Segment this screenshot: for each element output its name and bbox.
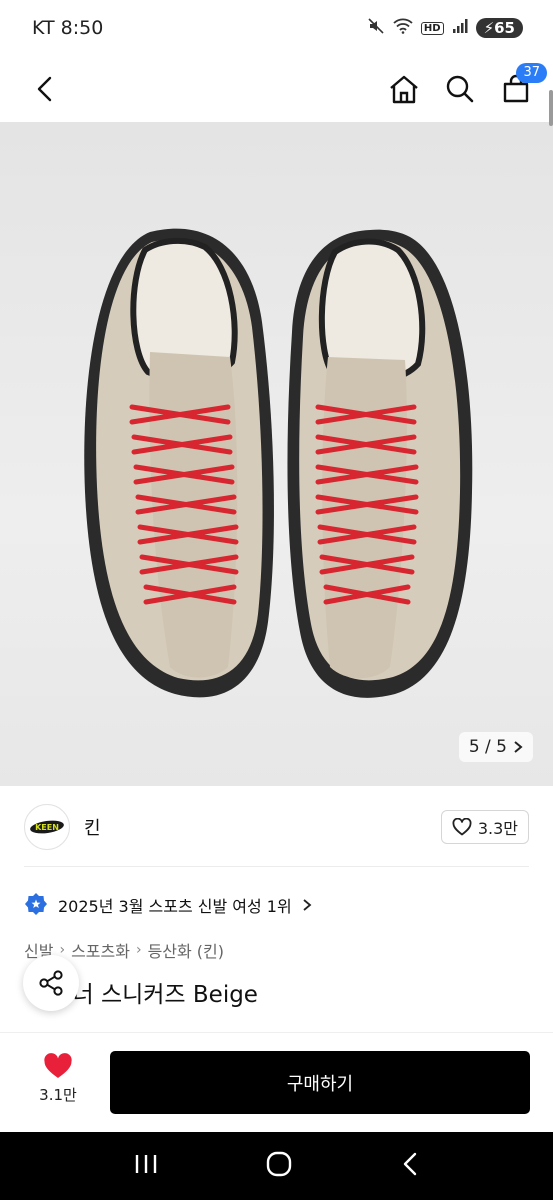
status-bar: KT 8:50 HD ⚡65 <box>0 0 553 56</box>
cart-button[interactable]: 37 <box>499 63 547 106</box>
home-button[interactable] <box>387 72 421 106</box>
image-counter[interactable]: 5 / 5 <box>458 732 533 762</box>
share-button[interactable] <box>23 955 79 1011</box>
home-system-button[interactable] <box>265 1150 293 1182</box>
back-arrow-icon <box>403 1152 417 1176</box>
brand-info[interactable]: KEEN 킨 <box>24 804 101 850</box>
status-icons: HD ⚡65 <box>367 17 523 39</box>
recent-apps-icon <box>135 1155 157 1173</box>
chevron-right-icon <box>514 741 523 753</box>
heart-filled-icon <box>44 1053 72 1078</box>
divider <box>24 866 529 867</box>
system-navigation-bar <box>0 1132 553 1200</box>
breadcrumb-item[interactable]: 등산화 (킨) <box>148 938 224 962</box>
brand-logo[interactable]: KEEN <box>24 804 70 850</box>
battery-icon: ⚡65 <box>475 18 523 38</box>
svg-text:KEEN: KEEN <box>35 823 59 832</box>
wifi-icon <box>393 18 413 38</box>
heart-outline-icon <box>452 818 472 836</box>
home-circle-icon <box>267 1151 292 1177</box>
brand-row: KEEN 킨 3.3만 <box>0 800 553 854</box>
home-icon <box>390 75 418 104</box>
recent-apps-button[interactable] <box>133 1152 159 1180</box>
product-photo-shoes <box>84 228 473 698</box>
ranking-link[interactable]: 2025년 3월 스포츠 신발 여성 1위 <box>24 890 312 920</box>
share-icon <box>39 970 63 996</box>
carrier-time: KT 8:50 <box>32 17 104 39</box>
image-counter-text: 5 / 5 <box>468 737 507 757</box>
battery-level: 65 <box>494 19 515 37</box>
search-button[interactable] <box>443 72 477 106</box>
breadcrumb-item[interactable]: 스포츠화 <box>71 938 130 962</box>
page-scrollbar[interactable] <box>549 90 553 126</box>
hd-icon: HD <box>420 21 444 35</box>
search-icon <box>446 75 474 103</box>
cart-count-badge: 37 <box>516 63 547 83</box>
medal-icon <box>25 893 47 915</box>
buy-button[interactable]: 구매하기 <box>110 1051 530 1114</box>
top-nav: 37 <box>0 56 553 122</box>
bottom-purchase-bar: 3.1만 구매하기 <box>0 1032 553 1132</box>
chevron-right-icon <box>303 899 312 911</box>
breadcrumb-separator-icon: › <box>135 942 142 958</box>
left-shoe <box>84 228 274 698</box>
ranking-text: 2025년 3월 스포츠 신발 여성 1위 <box>58 897 292 916</box>
chevron-left-icon <box>37 76 52 102</box>
wishlist-count: 3.1만 <box>39 1086 77 1104</box>
right-shoe <box>287 229 473 698</box>
system-back-button[interactable] <box>400 1151 420 1181</box>
back-button[interactable] <box>28 72 62 106</box>
signal-icon <box>452 18 468 38</box>
brand-like-button[interactable]: 3.3만 <box>440 810 529 844</box>
brand-name[interactable]: 킨 <box>84 814 101 840</box>
nav-actions: 37 <box>387 63 547 106</box>
product-image-gallery[interactable]: 5 / 5 <box>0 122 553 786</box>
mute-icon <box>367 17 385 39</box>
brand-like-count: 3.3만 <box>477 819 518 838</box>
wishlist-button[interactable]: 3.1만 <box>28 1053 88 1105</box>
